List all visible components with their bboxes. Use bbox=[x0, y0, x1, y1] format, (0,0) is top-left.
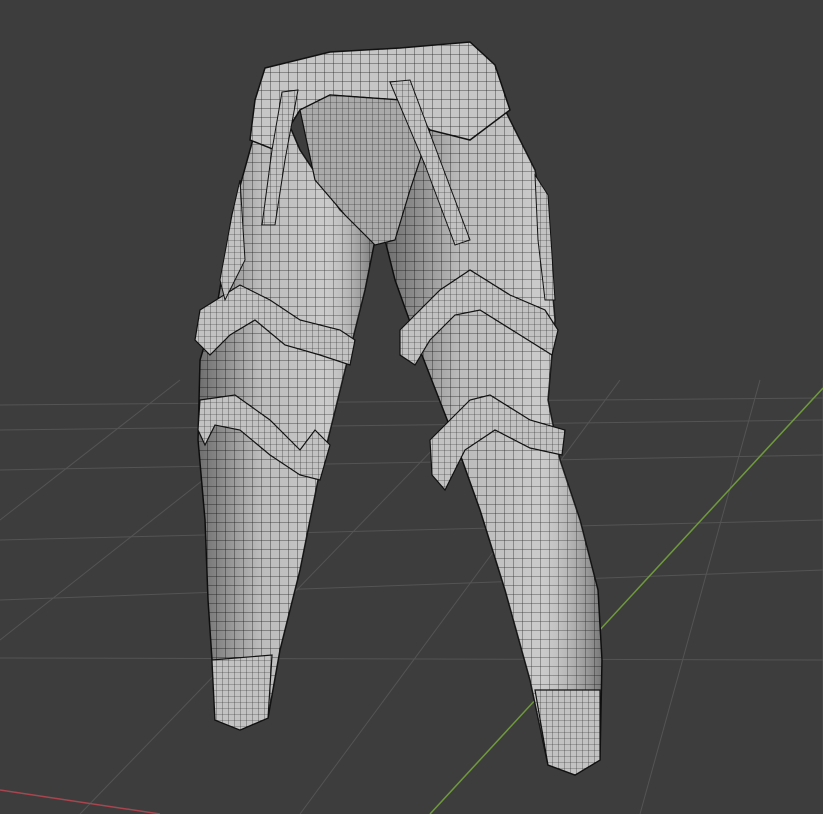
right-leg-shading bbox=[385, 90, 602, 775]
x-axis-line bbox=[0, 789, 161, 814]
left-cuff[interactable] bbox=[211, 654, 273, 731]
floor-grid bbox=[0, 379, 823, 814]
viewport-canvas[interactable] bbox=[0, 0, 823, 814]
pants-mesh[interactable] bbox=[194, 41, 603, 776]
3d-viewport[interactable] bbox=[0, 0, 823, 814]
right-cuff[interactable] bbox=[534, 689, 601, 776]
